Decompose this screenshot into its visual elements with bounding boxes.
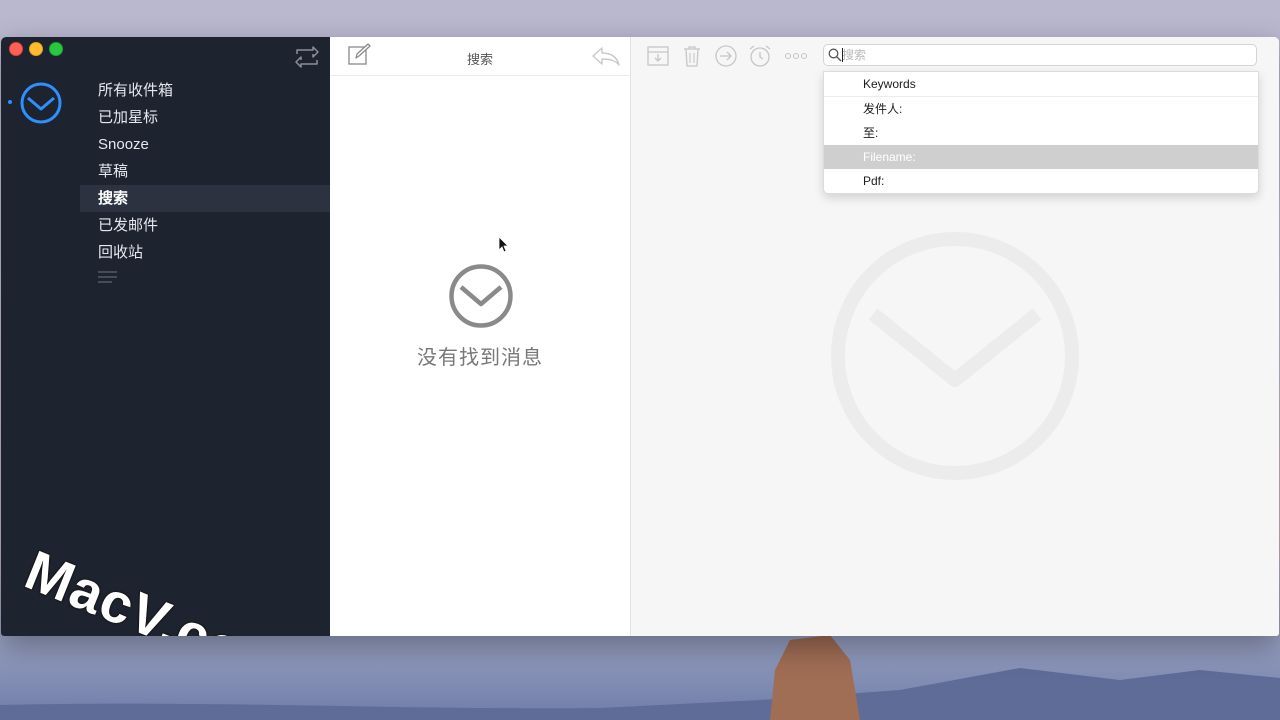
suggestion-filename[interactable]: Filename:: [824, 145, 1258, 169]
menu-lines-icon[interactable]: [98, 270, 118, 284]
mailbox-nav: 所有收件箱 已加星标 Snooze 草稿 搜索 已发邮件 回收站: [80, 77, 330, 266]
nav-item-all-inboxes[interactable]: 所有收件箱: [80, 77, 330, 104]
nav-item-drafts[interactable]: 草稿: [80, 158, 330, 185]
reader-pane: Keywords 发件人: 至: Filename: Pdf:: [631, 37, 1279, 636]
more-icon[interactable]: [784, 44, 808, 68]
search-field[interactable]: [823, 44, 1257, 66]
sync-icon[interactable]: [293, 46, 321, 68]
empty-state-message: 没有找到消息: [417, 347, 543, 369]
nav-item-snooze[interactable]: Snooze: [80, 131, 330, 158]
close-window-button[interactable]: [9, 42, 23, 56]
zoom-window-button[interactable]: [49, 42, 63, 56]
trash-icon[interactable]: [680, 44, 704, 68]
snooze-alarm-icon[interactable]: [748, 44, 772, 68]
reply-icon[interactable]: [591, 45, 621, 67]
reader-toolbar: [631, 37, 1279, 75]
nav-item-search[interactable]: 搜索: [80, 185, 330, 212]
list-title: 搜索: [466, 52, 493, 67]
suggestion-keywords[interactable]: Keywords: [824, 72, 1258, 97]
text-caret: [842, 48, 843, 62]
move-icon[interactable]: [714, 44, 738, 68]
desktop-wallpaper: [0, 635, 1280, 720]
suggestion-from[interactable]: 发件人:: [824, 97, 1258, 121]
search-input[interactable]: [842, 46, 1242, 64]
mouse-pointer: [498, 236, 509, 253]
nav-item-starred[interactable]: 已加星标: [80, 104, 330, 131]
unread-indicator: [8, 100, 12, 104]
airmail-logo-watermark-icon: [831, 232, 1079, 480]
archive-icon[interactable]: [646, 44, 670, 68]
nav-item-sent[interactable]: 已发邮件: [80, 212, 330, 239]
search-suggestions-dropdown: Keywords 发件人: 至: Filename: Pdf:: [823, 71, 1259, 194]
sidebar: 所有收件箱 已加星标 Snooze 草稿 搜索 已发邮件 回收站 MacV.co…: [1, 37, 330, 636]
suggestion-to[interactable]: 至:: [824, 121, 1258, 145]
nav-item-trash[interactable]: 回收站: [80, 239, 330, 266]
list-header: 搜索: [330, 37, 630, 76]
mail-window: 所有收件箱 已加星标 Snooze 草稿 搜索 已发邮件 回收站 MacV.co…: [1, 37, 1279, 636]
account-mail-icon[interactable]: [19, 81, 63, 125]
suggestion-pdf[interactable]: Pdf:: [824, 169, 1258, 193]
empty-mail-icon: [449, 264, 513, 328]
minimize-window-button[interactable]: [29, 42, 43, 56]
search-icon: [828, 48, 842, 62]
watermark: MacV.com: [17, 537, 301, 636]
message-list: 搜索 没有找到消息: [330, 37, 631, 636]
